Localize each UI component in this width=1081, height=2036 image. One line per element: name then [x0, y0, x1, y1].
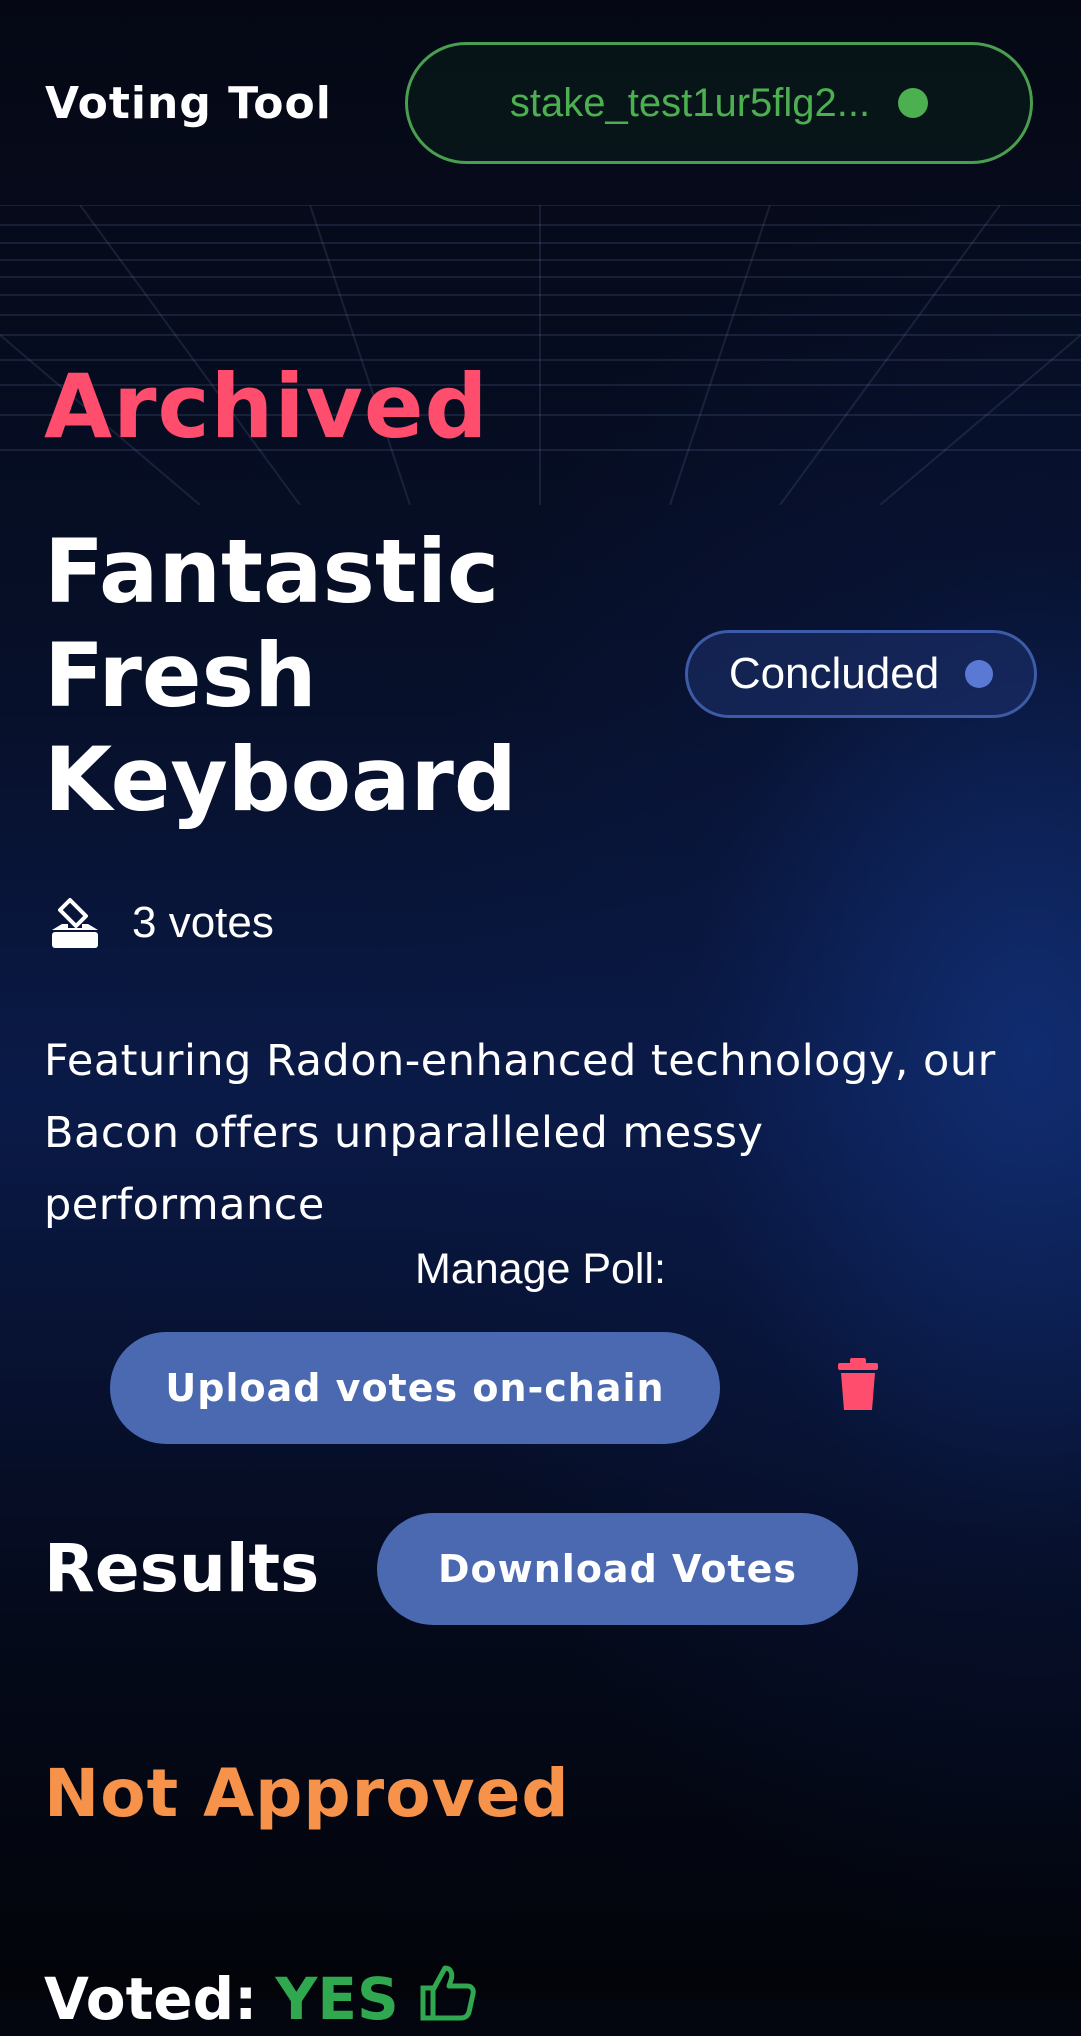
wallet-address: stake_test1ur5flg2... [509, 80, 871, 125]
voted-row: Voted: YES [44, 1962, 477, 2036]
trash-icon[interactable] [836, 1358, 880, 1412]
connected-status-dot [898, 88, 929, 118]
status-dot [965, 660, 994, 688]
ballot-box-icon [48, 896, 102, 950]
status-badge-label: Concluded [728, 649, 940, 698]
votes-count: 3 votes [48, 896, 274, 950]
wallet-connect-button[interactable]: stake_test1ur5flg2... [405, 42, 1033, 164]
download-votes-button[interactable]: Download Votes [377, 1513, 858, 1625]
app-title: Voting Tool [45, 78, 332, 129]
voted-value: YES [275, 1965, 399, 2033]
results-heading: Results [44, 1530, 320, 1607]
poll-outcome: Not Approved [44, 1755, 570, 1832]
votes-count-text: 3 votes [132, 898, 274, 947]
thumbs-up-icon [417, 1962, 477, 2036]
archived-heading: Archived [44, 355, 489, 458]
poll-description: Featuring Radon-enhanced technology, our… [44, 1036, 996, 1230]
poll-title: Fantastic Fresh Keyboard [44, 520, 517, 831]
manage-poll-label: Manage Poll: [415, 1245, 666, 1293]
status-badge: Concluded [685, 630, 1037, 718]
voted-label: Voted: [44, 1965, 258, 2033]
upload-votes-button[interactable]: Upload votes on-chain [110, 1332, 720, 1444]
